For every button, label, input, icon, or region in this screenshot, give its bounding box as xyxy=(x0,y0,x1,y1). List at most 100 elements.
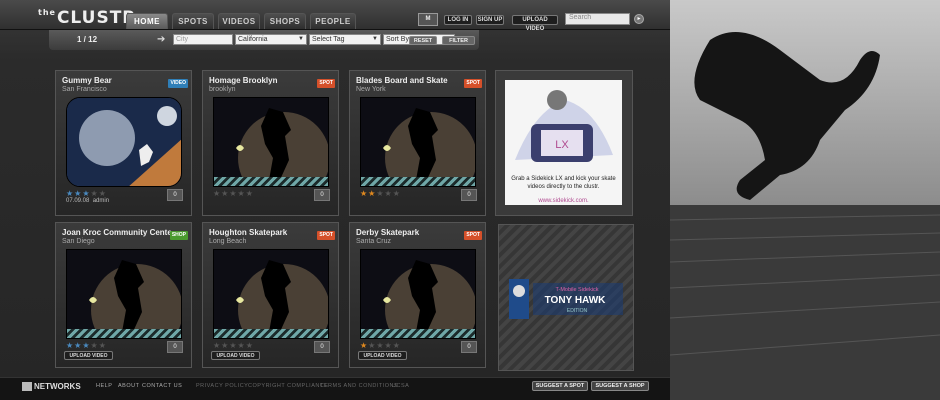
chevron-down-icon: ▼ xyxy=(372,36,378,42)
video-thumbnail[interactable] xyxy=(66,97,182,187)
ad-link[interactable]: www.sidekick.com. xyxy=(505,198,622,204)
state-value: California xyxy=(238,36,268,43)
ad-banner[interactable]: LX Grab a Sidekick LX and kick your skat… xyxy=(505,80,622,205)
rating-stars[interactable]: ★★★★★ xyxy=(360,189,401,198)
mtv-logo-icon xyxy=(22,382,32,392)
type-badge: VIDEO xyxy=(168,79,188,88)
card-homage-brooklyn[interactable]: Homage Brooklyn brooklyn SPOT ★★★★★ 0 xyxy=(202,70,339,216)
contact-us-link[interactable]: CONTACT US xyxy=(142,383,182,389)
ad-illustration: LX xyxy=(505,80,622,172)
reset-button[interactable]: RESET xyxy=(409,36,437,45)
type-badge: SHOP xyxy=(169,231,188,240)
about-link[interactable]: ABOUT xyxy=(118,383,139,389)
site-logo[interactable]: theCLUSTR xyxy=(38,8,136,28)
placeholder-thumbnail[interactable] xyxy=(66,249,182,339)
comment-count[interactable]: 0 xyxy=(314,341,330,353)
pager-count: 1 / 12 xyxy=(77,35,98,44)
arrow-right-icon[interactable]: ➔ xyxy=(157,35,165,45)
card-joan-kroc[interactable]: Joan Kroc Community Center Skat San Dieg… xyxy=(55,222,192,368)
ad-edition: EDITION xyxy=(567,308,588,314)
upload-video-button[interactable]: UPLOAD VIDEO xyxy=(64,351,113,360)
suggest-spot-button[interactable]: SUGGEST A SPOT xyxy=(532,381,588,391)
card-title[interactable]: Blades Board and Skate xyxy=(356,76,466,85)
ad-title: TONY HAWK xyxy=(545,295,607,306)
search-go-icon[interactable]: ▸ xyxy=(634,14,644,24)
upload-video-button[interactable]: UPLOAD VIDEO xyxy=(211,351,260,360)
filter-button[interactable]: FILTER xyxy=(442,36,475,45)
card-title[interactable]: Joan Kroc Community Center Skat xyxy=(62,228,172,237)
tony-hawk-ad[interactable]: T-Mobile Sidekick TONY HAWK EDITION xyxy=(498,224,634,371)
sign-up-button[interactable]: SIGN UP xyxy=(476,15,504,25)
card-title[interactable]: Gummy Bear xyxy=(62,76,172,85)
skater-silhouette-image xyxy=(361,98,475,186)
top-nav: theCLUSTR Home Spots Videos Shops People… xyxy=(0,0,670,32)
tab-spots[interactable]: Spots xyxy=(172,13,214,29)
skater-photo xyxy=(670,0,940,400)
rating-stars[interactable]: ★★★★★ xyxy=(66,341,107,350)
terms-link[interactable]: TERMS AND CONDITIONS xyxy=(320,383,398,389)
placeholder-thumbnail[interactable] xyxy=(360,249,476,339)
comment-count[interactable]: 0 xyxy=(314,189,330,201)
search-input[interactable]: Search xyxy=(565,13,630,25)
privacy-policy-link[interactable]: PRIVACY POLICY xyxy=(196,383,248,389)
help-link[interactable]: HELP xyxy=(96,383,112,389)
ucsa-link[interactable]: UCSA xyxy=(392,383,409,389)
placeholder-thumbnail[interactable] xyxy=(213,97,329,187)
card-location: brooklyn xyxy=(209,86,236,93)
card-location: San Francisco xyxy=(62,86,107,93)
card-blades-board-and-skate[interactable]: Blades Board and Skate New York SPOT ★★★… xyxy=(349,70,486,216)
card-title[interactable]: Houghton Skatepark xyxy=(209,228,319,237)
card-title[interactable]: Homage Brooklyn xyxy=(209,76,319,85)
networks-logo[interactable]: NETWORKS xyxy=(22,382,81,392)
tony-hawk-edition-logo[interactable]: T-Mobile Sidekick TONY HAWK EDITION xyxy=(505,277,627,321)
copyright-compliance-link[interactable]: COPYRIGHT COMPLIANCE xyxy=(248,383,329,389)
card-title[interactable]: Derby Skatepark xyxy=(356,228,466,237)
mtv-icon[interactable]: M xyxy=(418,13,438,26)
tab-people[interactable]: People xyxy=(310,13,356,29)
comment-count[interactable]: 0 xyxy=(461,189,477,201)
card-derby-skatepark[interactable]: Derby Skatepark Santa Cruz SPOT ★★★★★ 0 … xyxy=(349,222,486,368)
tag-select[interactable]: Select Tag ▼ xyxy=(309,34,381,45)
post-user[interactable]: admin xyxy=(93,198,109,204)
comment-count[interactable]: 0 xyxy=(167,341,183,353)
log-in-button[interactable]: LOG IN xyxy=(444,15,472,25)
ad-brand: T-Mobile Sidekick xyxy=(555,287,598,293)
placeholder-thumbnail[interactable] xyxy=(213,249,329,339)
card-stripe xyxy=(67,329,181,338)
tab-shops[interactable]: Shops xyxy=(264,13,306,29)
card-stripe xyxy=(214,329,328,338)
tab-home[interactable]: Home xyxy=(126,13,168,29)
skater-silhouette-image xyxy=(214,98,328,186)
type-badge: SPOT xyxy=(464,231,482,240)
type-badge: SPOT xyxy=(317,79,335,88)
thumbnail-image xyxy=(67,98,181,186)
card-location: San Diego xyxy=(62,238,95,245)
tag-value: Select Tag xyxy=(312,36,345,43)
sidekick-ad[interactable]: LX Grab a Sidekick LX and kick your skat… xyxy=(495,70,633,216)
skater-silhouette-image xyxy=(361,250,475,338)
rating-stars[interactable]: ★★★★★ xyxy=(213,341,254,350)
card-location: New York xyxy=(356,86,386,93)
state-select[interactable]: California ▼ xyxy=(235,34,307,45)
comment-count[interactable]: 0 xyxy=(461,341,477,353)
rating-stars[interactable]: ★★★★★ xyxy=(213,189,254,198)
card-gummy-bear[interactable]: Gummy Bear San Francisco VIDEO ★★★★★ 0 0… xyxy=(55,70,192,216)
post-meta: 07.09.08 admin xyxy=(66,198,109,204)
tab-videos[interactable]: Videos xyxy=(218,13,260,29)
skater-silhouette-image xyxy=(214,250,328,338)
placeholder-thumbnail[interactable] xyxy=(360,97,476,187)
rating-stars[interactable]: ★★★★★ xyxy=(360,341,401,350)
upload-video-button[interactable]: UPLOAD VIDEO xyxy=(358,351,407,360)
city-input[interactable]: City xyxy=(173,34,233,45)
card-location: Santa Cruz xyxy=(356,238,392,245)
post-date: 07.09.08 xyxy=(66,198,90,204)
card-stripe xyxy=(214,177,328,186)
phone-screen-text: LX xyxy=(555,139,569,151)
comment-count[interactable]: 0 xyxy=(167,189,183,201)
skater-silhouette-image xyxy=(67,250,181,338)
footer: NETWORKS HELP ABOUT CONTACT US PRIVACY P… xyxy=(0,377,670,400)
card-houghton-skatepark[interactable]: Houghton Skatepark Long Beach SPOT ★★★★★… xyxy=(202,222,339,368)
rating-stars[interactable]: ★★★★★ xyxy=(66,189,107,198)
upload-video-button[interactable]: UPLOAD VIDEO xyxy=(512,15,558,32)
suggest-shop-button[interactable]: SUGGEST A SHOP xyxy=(591,381,649,391)
